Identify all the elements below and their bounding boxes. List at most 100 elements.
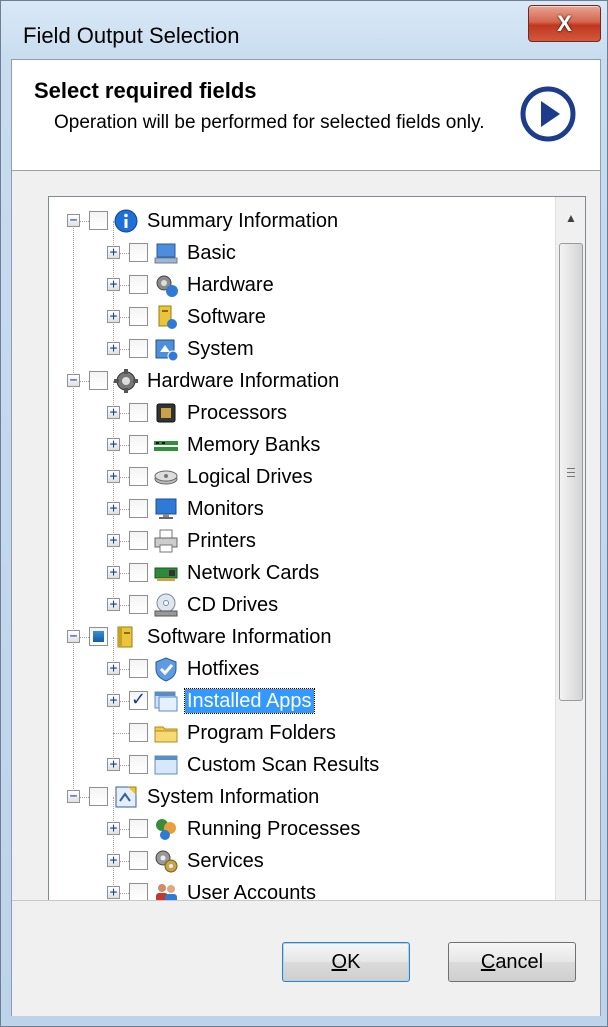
expand-icon[interactable]: + [107, 758, 120, 771]
tree-item-label[interactable]: Hotfixes [185, 657, 261, 681]
tree-item[interactable]: − Summary Information [49, 205, 555, 237]
vertical-scrollbar[interactable]: ▲ ▼ [555, 197, 585, 965]
expand-icon[interactable]: + [107, 246, 120, 259]
expand-icon[interactable]: + [107, 854, 120, 867]
expand-icon[interactable]: + [107, 502, 120, 515]
cancel-button[interactable]: Cancel [448, 942, 576, 982]
tree-item[interactable]: + Printers [49, 525, 555, 557]
tree-item-checkbox[interactable] [129, 499, 148, 518]
tree-item-label[interactable]: System Information [145, 785, 321, 809]
tree-item-checkbox[interactable] [129, 275, 148, 294]
tree-item-checkbox[interactable] [129, 659, 148, 678]
tree-item[interactable]: + Network Cards [49, 557, 555, 589]
tree-item-label[interactable]: Summary Information [145, 209, 340, 233]
tree-item-checkbox[interactable] [129, 819, 148, 838]
tree-item[interactable]: + Software [49, 301, 555, 333]
tree-item-checkbox[interactable] [89, 787, 108, 806]
expand-icon[interactable]: + [107, 278, 120, 291]
scroll-up-arrow-icon[interactable]: ▲ [556, 203, 585, 233]
expand-icon[interactable]: + [107, 566, 120, 579]
tree-item-label[interactable]: CD Drives [185, 593, 280, 617]
field-tree[interactable]: − Summary Information + Basic + Hardware + Soft… [48, 196, 586, 966]
tree-item-checkbox[interactable] [89, 211, 108, 230]
tree-item[interactable]: + Running Processes [49, 813, 555, 845]
tree-item-checkbox[interactable] [129, 689, 148, 710]
tree-item-label[interactable]: Program Folders [185, 721, 338, 745]
expand-icon[interactable]: + [107, 598, 120, 611]
expand-icon[interactable]: + [107, 406, 120, 419]
hardware-icon [156, 275, 178, 297]
scroll-grip-line [567, 472, 575, 473]
tree-item-checkbox[interactable] [129, 403, 148, 422]
tree-item[interactable]: + Services [49, 845, 555, 877]
tree-item[interactable]: + Logical Drives [49, 461, 555, 493]
tree-item-label[interactable]: Installed Apps [184, 688, 315, 714]
close-button[interactable]: X [528, 5, 601, 42]
tree-item[interactable]: Program Folders [49, 717, 555, 749]
scroll-grip-line [567, 476, 575, 477]
tree-item-checkbox[interactable] [89, 627, 108, 646]
tree-item-label[interactable]: Printers [185, 529, 258, 553]
expand-icon[interactable]: + [107, 662, 120, 675]
tree-item-checkbox[interactable] [129, 435, 148, 454]
tree-item[interactable]: + Monitors [49, 493, 555, 525]
collapse-icon[interactable]: − [67, 790, 80, 803]
scroll-thumb[interactable] [559, 243, 583, 701]
tree-item-label[interactable]: Custom Scan Results [185, 753, 381, 777]
tree-item[interactable]: − Software Information [49, 621, 555, 653]
tree-item-checkbox[interactable] [129, 243, 148, 262]
tree-item[interactable]: + Installed Apps [49, 685, 555, 717]
expand-icon[interactable]: + [107, 534, 120, 547]
tree-item-label[interactable]: Network Cards [185, 561, 321, 585]
tree-item[interactable]: + CD Drives [49, 589, 555, 621]
expand-icon[interactable]: + [107, 822, 120, 835]
tree-item-checkbox[interactable] [129, 531, 148, 550]
tree-item-label[interactable]: Processors [185, 401, 289, 425]
tree-item-checkbox[interactable] [129, 595, 148, 614]
tree-item-label[interactable]: Software [185, 305, 268, 329]
collapse-icon[interactable]: − [67, 214, 80, 227]
tree-item-checkbox[interactable] [129, 851, 148, 870]
tree-item[interactable]: − Hardware Information [49, 365, 555, 397]
expand-icon[interactable]: + [107, 886, 120, 899]
tree-item[interactable]: + System [49, 333, 555, 365]
tree-item-checkbox[interactable] [129, 755, 148, 774]
expand-icon[interactable]: + [107, 342, 120, 355]
title-bar[interactable]: Field Output Selection X [1, 1, 607, 59]
tree-item[interactable]: + Memory Banks [49, 429, 555, 461]
collapse-icon[interactable]: − [67, 630, 80, 643]
tree-item-label[interactable]: Services [185, 849, 266, 873]
tree-item-label[interactable]: Basic [185, 241, 238, 265]
tree-item[interactable]: + Processors [49, 397, 555, 429]
expand-icon[interactable]: + [107, 694, 120, 707]
tree-item[interactable]: + Custom Scan Results [49, 749, 555, 781]
tree-item[interactable]: − System Information [49, 781, 555, 813]
collapse-icon[interactable]: − [67, 374, 80, 387]
software-box-icon [117, 626, 133, 648]
tree-item[interactable]: + Hotfixes [49, 653, 555, 685]
expand-icon[interactable]: + [107, 438, 120, 451]
tree-item-label[interactable]: Monitors [185, 497, 266, 521]
tree-item-label[interactable]: Running Processes [185, 817, 362, 841]
tree-item-checkbox[interactable] [129, 307, 148, 326]
expand-icon[interactable]: + [107, 310, 120, 323]
ok-button[interactable]: OK [282, 942, 410, 982]
tree-item-checkbox[interactable] [89, 371, 108, 390]
tree-item-label[interactable]: Hardware Information [145, 369, 341, 393]
tree-item-label[interactable]: Logical Drives [185, 465, 315, 489]
tree-item[interactable]: + Hardware [49, 269, 555, 301]
tree-item-checkbox[interactable] [129, 723, 148, 742]
tree-item-checkbox[interactable] [129, 563, 148, 582]
tree-item[interactable]: + Basic [49, 237, 555, 269]
tree-item-label[interactable]: Memory Banks [185, 433, 322, 457]
cancel-label: ancel [495, 951, 544, 973]
header-title: Select required fields [34, 78, 257, 103]
expand-icon[interactable]: + [107, 470, 120, 483]
tree-item-checkbox[interactable] [129, 467, 148, 486]
tree-item-label[interactable]: System [185, 337, 256, 361]
windows-app-icon [154, 691, 178, 712]
tree-item-checkbox[interactable] [129, 339, 148, 358]
tree-item-label[interactable]: Software Information [145, 625, 334, 649]
play-circle-icon[interactable] [520, 86, 576, 142]
tree-item-label[interactable]: Hardware [185, 273, 276, 297]
